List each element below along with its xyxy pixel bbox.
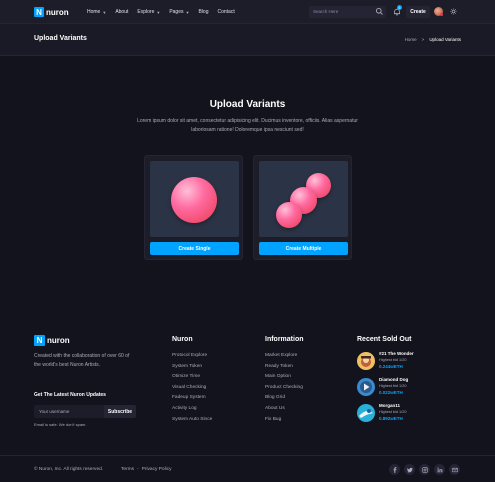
sold-item-price: 0.892wETH (379, 416, 403, 421)
breadcrumb-banner: Upload Variants Home > Upload Variants (0, 24, 495, 56)
main-nav: Home ▼ About Explore ▼ Pages ▼ Blog Cont… (87, 9, 244, 15)
chevron-down-icon: ▼ (156, 9, 161, 15)
logo-mark: N (34, 7, 44, 17)
nav-about[interactable]: About (115, 9, 128, 15)
footer-link[interactable]: Fadeup System (172, 393, 212, 404)
footer-link[interactable]: Fix Bug (265, 415, 304, 426)
footer-link[interactable]: Ready Token (265, 362, 304, 373)
create-single-button[interactable]: Create Single (150, 242, 239, 255)
nav-home[interactable]: Home ▼ (87, 9, 106, 15)
breadcrumb-current: Upload Variants (429, 37, 461, 42)
footer-link[interactable]: Visual Checking (172, 383, 212, 394)
copyright-text: © Nuron, Inc. All rights reserved. (34, 467, 104, 472)
twitter-icon[interactable] (404, 464, 415, 475)
nav-pages[interactable]: Pages ▼ (169, 9, 189, 15)
nav-contact-label: Contact (217, 9, 235, 15)
footer-column-title: Information (265, 336, 304, 343)
chevron-down-icon: ▼ (102, 9, 107, 15)
footer-link[interactable]: System Auto Since (172, 415, 212, 426)
nav-contact[interactable]: Contact (217, 9, 234, 15)
footer-link[interactable]: System Token (172, 362, 212, 373)
upload-card-single: Create Single (144, 155, 243, 260)
nav-explore-label: Explore (137, 9, 155, 15)
nav-blog-label: Blog (198, 9, 209, 15)
page-title: Upload Variants (34, 35, 87, 42)
sphere-shape (171, 177, 217, 223)
sold-item-thumbnail (357, 377, 375, 396)
sold-item-price: 0.022wETH (379, 390, 403, 395)
site-header: N nuron Home ▼ About Explore ▼ Pages ▼ B… (0, 0, 495, 24)
logo-text: nuron (46, 7, 69, 17)
section-title: Upload Variants (209, 99, 286, 110)
section-description: Lorem ipsum dolor sit amet, consectetur … (137, 118, 358, 133)
sun-icon[interactable] (450, 8, 457, 15)
header-logo[interactable]: N nuron (34, 7, 69, 17)
instagram-icon[interactable] (419, 464, 430, 475)
create-button[interactable]: Create (406, 6, 430, 18)
sold-item-thumbnail (357, 351, 375, 370)
search-placeholder: Search Here (313, 9, 339, 14)
newsletter-note: Email is safe. We don't spam. (34, 422, 87, 427)
logo-mark: N (34, 335, 45, 346)
chevron-down-icon: ▼ (185, 9, 190, 15)
facebook-icon[interactable] (389, 464, 400, 475)
single-sphere-image (150, 161, 239, 237)
nav-explore[interactable]: Explore ▼ (137, 9, 160, 15)
footer-about-text: Created with the collaboration of over 6… (34, 353, 130, 368)
sold-item[interactable]: #21 The Wonder Highest bid 1/20 0.244wET… (357, 351, 414, 370)
footer-link[interactable]: Main Option (265, 372, 304, 383)
breadcrumb-home-link[interactable]: Home (405, 37, 417, 42)
linkedin-icon[interactable] (434, 464, 445, 475)
breadcrumb: Home > Upload Variants (400, 37, 461, 42)
footer-nuron-column: Nuron Protocol Explore System Token Otim… (172, 336, 212, 425)
footer-information-column: Information Market Explore Ready Token M… (265, 336, 304, 425)
logo-text: nuron (47, 336, 70, 345)
footer-link[interactable]: Otimize Time (172, 372, 212, 383)
footer-link[interactable]: Protocol Explore (172, 351, 212, 362)
notification-badge: 6 (397, 5, 402, 10)
upload-card-multiple: Create Multiple (253, 155, 352, 260)
sold-item-price: 0.244wETH (379, 364, 403, 369)
footer-link[interactable]: Product Checking (265, 383, 304, 394)
footer-logo[interactable]: N nuron (34, 335, 70, 346)
mail-icon[interactable] (449, 464, 460, 475)
nav-blog[interactable]: Blog (198, 9, 208, 15)
newsletter-email-field[interactable]: Your username (34, 405, 104, 418)
legal-separator: - (137, 467, 139, 472)
footer-link[interactable]: Activity Log (172, 404, 212, 415)
search-icon[interactable] (375, 7, 384, 16)
nav-pages-label: Pages (169, 9, 184, 15)
footer-column-title: Nuron (172, 336, 193, 343)
social-links (389, 464, 464, 475)
terms-link[interactable]: Terms (121, 467, 134, 472)
sold-item-thumbnail (357, 403, 375, 422)
footer-column-title: Recent Sold Out (357, 336, 412, 343)
footer-link[interactable]: Blog Grid (265, 393, 304, 404)
nav-about-label: About (115, 9, 129, 15)
email-placeholder: Your username (39, 409, 70, 414)
legal-links: Terms - Privacy Policy (121, 467, 175, 472)
newsletter-title: Get The Latest Nuron Updates (34, 392, 106, 398)
site-footer: N nuron Created with the collaboration o… (0, 318, 495, 482)
sphere-shape (276, 202, 302, 228)
sold-item[interactable]: Morgan11 Highest bid 1/20 0.892wETH (357, 403, 406, 422)
privacy-policy-link[interactable]: Privacy Policy (142, 467, 172, 472)
search-input[interactable]: Search Here (309, 6, 386, 18)
multiple-spheres-image (259, 161, 348, 237)
footer-link[interactable]: About Us (265, 404, 304, 415)
sold-item[interactable]: Diamond Dog Highest bid 1/20 0.022wETH (357, 377, 408, 396)
nav-home-label: Home (87, 9, 101, 15)
footer-link[interactable]: Market Explore (265, 351, 304, 362)
footer-sold-column: Recent Sold Out (357, 336, 411, 351)
breadcrumb-separator: > (421, 37, 425, 42)
footer-divider (0, 455, 495, 456)
subscribe-button[interactable]: Subscribe (104, 405, 136, 418)
create-multiple-button[interactable]: Create Multiple (259, 242, 348, 255)
online-status-dot (440, 13, 443, 16)
